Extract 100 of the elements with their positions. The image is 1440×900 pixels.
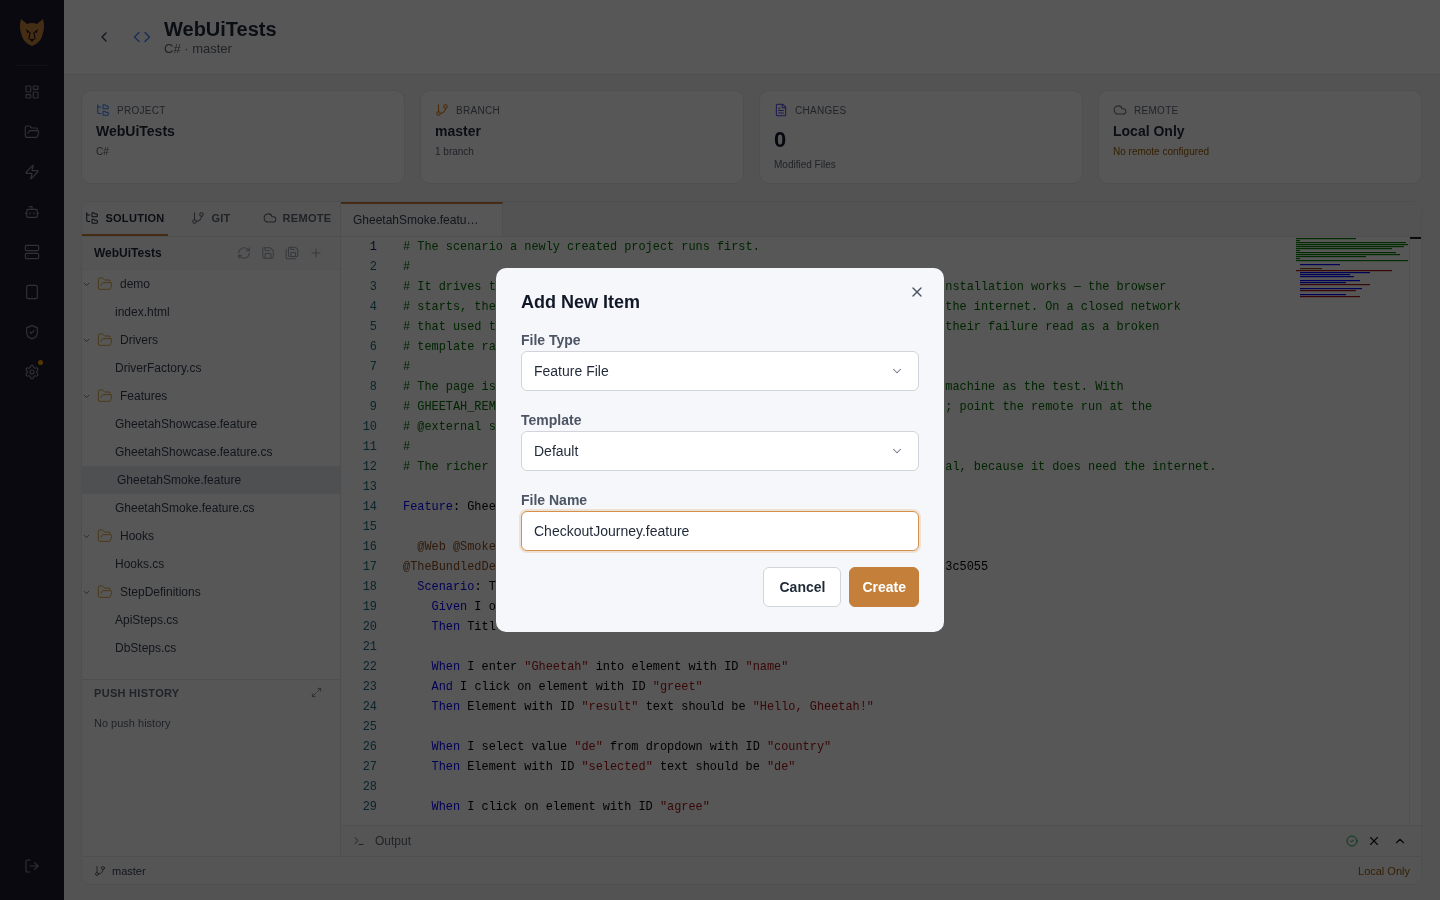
code-text: Scenario: T (417, 580, 496, 594)
tree-item[interactable]: DbSteps.cs (82, 634, 340, 662)
tree-item[interactable]: Drivers (82, 326, 340, 354)
code-text: @Web @Smoke (417, 540, 496, 554)
code-text: # GHEETAH_REM (403, 400, 496, 414)
solution-title: WebUiTests (94, 246, 162, 260)
line-number: 24 (361, 699, 377, 716)
field-label: File Name (521, 491, 588, 510)
stat-value: 0 (774, 127, 788, 153)
line-number: 11 (361, 439, 377, 456)
code-text: # that used t (403, 320, 496, 334)
cancel-button[interactable]: Cancel (763, 567, 842, 607)
folder-icon (97, 388, 113, 404)
branch-icon (94, 864, 106, 877)
line-number: 28 (361, 779, 377, 796)
code-text: Then Titl (431, 620, 496, 634)
line-number: 8 (368, 379, 377, 396)
tree-item[interactable]: GheetahSmoke.feature (82, 466, 340, 494)
line-number: 7 (368, 359, 377, 376)
tree-item[interactable]: Hooks (82, 522, 340, 550)
line-number: 16 (361, 539, 377, 556)
cloud-icon (262, 211, 277, 225)
folder-icon (97, 584, 113, 600)
line-number: 3 (368, 279, 377, 296)
line-number: 2 (368, 259, 377, 276)
tree-item[interactable]: Features (82, 382, 340, 410)
line-number: 13 (361, 479, 377, 496)
branch-icon (435, 103, 449, 117)
code-text: @TheBundledDe (403, 560, 496, 574)
tree-item[interactable]: DriverFactory.cs (82, 354, 340, 382)
line-number: 12 (361, 459, 377, 476)
dashboard-icon[interactable] (24, 84, 40, 100)
settings-icon[interactable] (24, 364, 40, 380)
code-text: 3c5055 (945, 559, 989, 576)
code-text: Given I o (431, 600, 496, 614)
line-number: 1 (368, 239, 377, 256)
text-input[interactable]: CheckoutJourney.feature (521, 511, 919, 551)
code-text: machine as the test. With (945, 379, 1124, 396)
code-text: # The richer (403, 460, 489, 474)
select-field[interactable]: Default (521, 431, 919, 471)
code-text: Feature: Ghee (403, 500, 496, 514)
tree-item[interactable]: GheetahShowcase.feature (82, 410, 340, 438)
plus-icon[interactable] (309, 246, 323, 260)
tree-item[interactable]: GheetahSmoke.feature.cs (82, 494, 340, 522)
line-number: 22 (361, 659, 377, 676)
robot-icon[interactable] (24, 204, 40, 220)
line-number: 20 (361, 619, 377, 636)
code-text: When I click on element with ID "agree" (431, 800, 710, 814)
folder-icon (97, 528, 113, 544)
code-text: When I enter "Gheetah" into element with ID "name" (431, 660, 789, 674)
code-text: # template ra (403, 340, 496, 354)
folder-icon[interactable] (24, 124, 40, 140)
lightning-icon[interactable] (24, 164, 40, 180)
line-number: 10 (361, 419, 377, 436)
tree-item[interactable]: ApiSteps.cs (82, 606, 340, 634)
server-icon[interactable] (24, 244, 40, 260)
logout-icon[interactable] (24, 858, 40, 874)
line-number: 14 (361, 499, 377, 516)
code-text: # (403, 260, 411, 274)
line-number: 27 (361, 759, 377, 776)
code-text: # The scenario a newly created project runs first. (403, 240, 760, 254)
line-number: 5 (368, 319, 377, 336)
field-label: Template (521, 411, 582, 430)
check-circle-icon[interactable] (1346, 835, 1358, 847)
save-icon[interactable] (261, 246, 275, 260)
select-value: Default (534, 443, 579, 459)
cat-head-icon (18, 17, 46, 47)
tree-item[interactable]: demo (82, 270, 340, 298)
page-title: WebUiTests (164, 17, 277, 41)
code-text: Then Element with ID "result" text should be "Hello, Gheetah!" (431, 700, 874, 714)
terminal-icon (353, 835, 365, 847)
tablet-icon[interactable] (24, 284, 40, 300)
stat-value: Local Only (1113, 123, 1186, 140)
code-text: # It drives t (403, 280, 496, 294)
folder-tree-icon (96, 103, 110, 117)
branch-name: master (112, 864, 146, 877)
tree-item[interactable]: StepDefinitions (82, 578, 340, 606)
code-text: When I select value "de" from dropdown with ID "country" (431, 740, 832, 754)
stat-value: WebUiTests (96, 123, 176, 140)
code-text: their failure read as a broken (945, 319, 1160, 336)
editor-tab[interactable]: GheetahSmoke.featu… (341, 202, 503, 236)
shield-check-icon[interactable] (24, 324, 40, 340)
save-all-icon[interactable] (285, 246, 299, 260)
code-text: ; point the remote run at the (945, 399, 1153, 416)
tree-item[interactable]: Hooks.cs (82, 550, 340, 578)
cloud-icon (1113, 103, 1127, 117)
tree-item[interactable]: GheetahShowcase.feature.cs (82, 438, 340, 466)
line-number: 6 (368, 339, 377, 356)
line-number: 29 (361, 799, 377, 816)
tree-item[interactable]: index.html (82, 298, 340, 326)
close-icon[interactable] (1367, 834, 1381, 848)
create-button[interactable]: Create (849, 567, 919, 607)
select-field[interactable]: Feature File (521, 351, 919, 391)
folder-icon (97, 276, 113, 292)
refresh-icon[interactable] (237, 246, 251, 260)
branch-icon (191, 211, 206, 225)
code-text: Then Element with ID "selected" text should be "de" (431, 760, 796, 774)
line-number: 21 (361, 639, 377, 656)
expand-icon[interactable] (311, 687, 322, 698)
scroll-position-marker (1410, 237, 1421, 239)
